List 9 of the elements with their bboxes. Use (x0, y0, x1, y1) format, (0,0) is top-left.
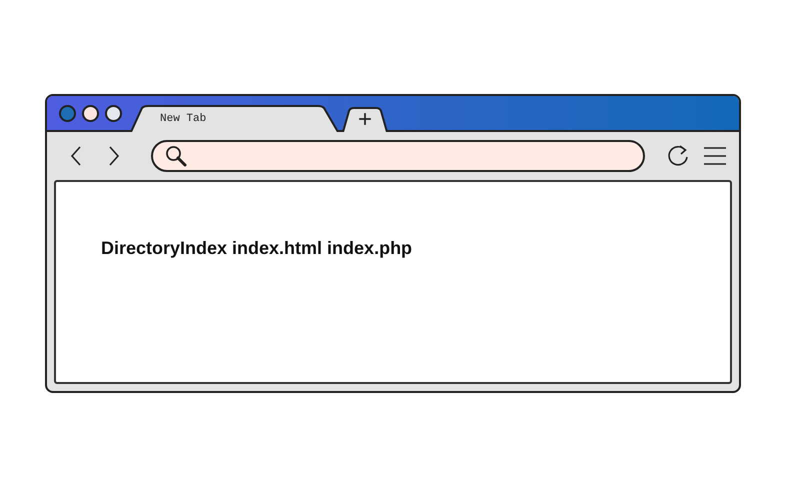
reload-icon[interactable] (667, 144, 691, 168)
window-control[interactable] (105, 105, 122, 122)
menu-icon[interactable] (703, 144, 727, 168)
window-control[interactable] (82, 105, 99, 122)
new-tab-button[interactable]: + (342, 107, 388, 132)
search-icon (165, 145, 187, 167)
page-text: DirectoryIndex index.html index.php (101, 238, 414, 259)
address-bar[interactable] (151, 140, 645, 172)
browser-tab[interactable]: New Tab (130, 105, 340, 132)
